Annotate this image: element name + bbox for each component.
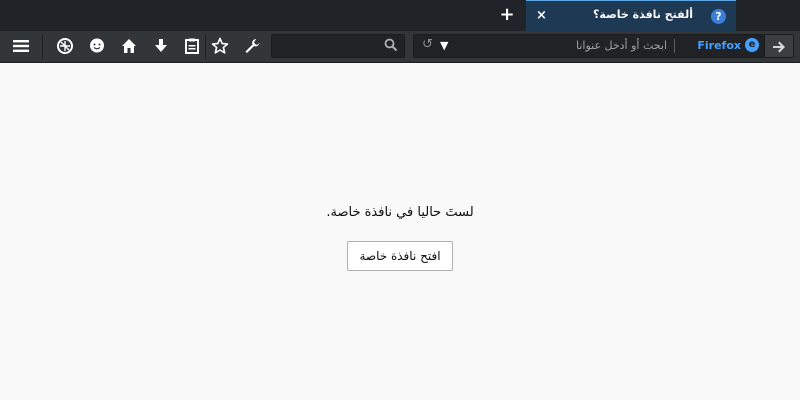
private-mask-icon[interactable] xyxy=(55,37,75,57)
open-private-window-button[interactable]: افتح نافذة خاصة xyxy=(347,241,453,271)
url-dropdown-icon[interactable]: ▼ xyxy=(440,39,448,52)
menu-icon[interactable] xyxy=(11,37,31,57)
search-icon xyxy=(384,38,398,56)
question-icon: ? xyxy=(711,9,726,24)
url-bar[interactable]: ↺ ▼ ابحث أو أدخل عنوانا Firefox e xyxy=(413,34,764,58)
reload-icon[interactable]: ↺ xyxy=(422,37,433,52)
tab-title: ألفتح نافذة خاصة؟ xyxy=(593,8,693,21)
bookmark-star-icon[interactable] xyxy=(210,37,230,57)
reader-icon[interactable] xyxy=(182,37,202,57)
wrench-icon[interactable] xyxy=(242,37,262,57)
toolbar-separator xyxy=(42,35,43,59)
tab-strip: + × ألفتح نافذة خاصة؟ ? xyxy=(0,0,800,31)
new-tab-button[interactable]: + xyxy=(497,5,517,25)
url-divider xyxy=(674,39,675,53)
tab-private-window[interactable]: × ألفتح نافذة خاصة؟ ? xyxy=(526,0,736,31)
identity-label[interactable]: Firefox xyxy=(697,39,741,52)
page-content: لستَ حاليا في نافذة خاصة. افتح نافذة خاص… xyxy=(0,63,800,400)
chat-icon[interactable] xyxy=(87,37,107,57)
download-icon[interactable] xyxy=(151,37,171,57)
firefox-logo-icon: e xyxy=(745,38,759,52)
navigation-toolbar: ↺ ▼ ابحث أو أدخل عنوانا Firefox e xyxy=(0,31,800,63)
home-icon[interactable] xyxy=(119,37,139,57)
private-status-message: لستَ حاليا في نافذة خاصة. xyxy=(326,205,474,220)
toolbar-separator xyxy=(205,35,206,59)
url-input-placeholder[interactable]: ابحث أو أدخل عنوانا xyxy=(576,39,667,52)
forward-button[interactable] xyxy=(764,34,794,58)
tab-close-icon[interactable]: × xyxy=(536,8,547,24)
search-bar[interactable] xyxy=(271,34,405,58)
